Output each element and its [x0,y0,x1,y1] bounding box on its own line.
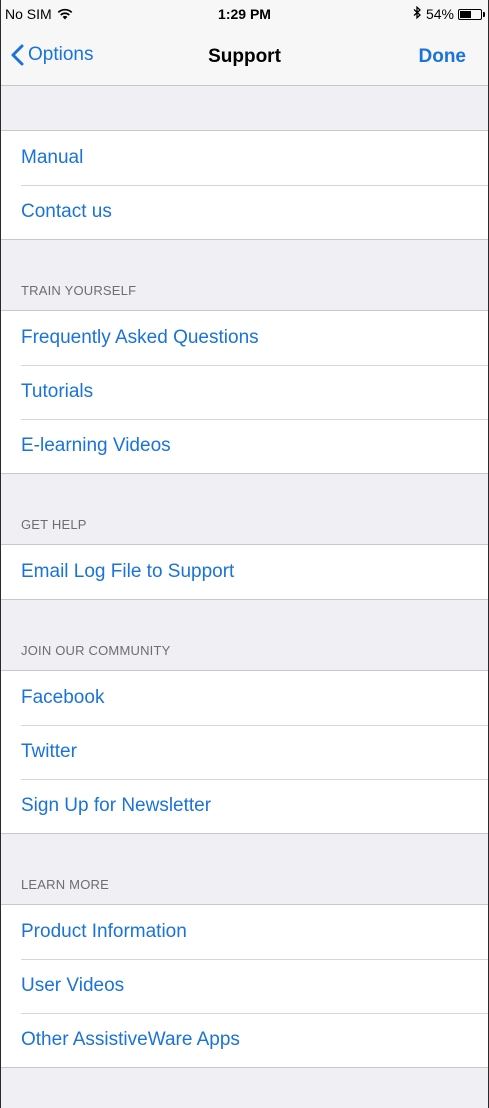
get-help-group: Email Log File to Support [1,544,488,600]
battery-fill [460,10,471,18]
other-apps-row[interactable]: Other AssistiveWare Apps [1,1013,488,1067]
train-yourself-group: Frequently Asked Questions Tutorials E-l… [1,310,488,474]
manual-row[interactable]: Manual [1,131,488,185]
user-videos-row[interactable]: User Videos [1,959,488,1013]
learn-more-group: Product Information User Videos Other As… [1,904,488,1068]
facebook-row[interactable]: Facebook [1,671,488,725]
general-support-group: Manual Contact us [1,130,488,240]
contact-us-row[interactable]: Contact us [1,185,488,239]
newsletter-signup-row[interactable]: Sign Up for Newsletter [1,779,488,833]
e-learning-videos-row[interactable]: E-learning Videos [1,419,488,473]
section-header-get-help: GET HELP [21,517,87,532]
battery-percent: 54% [425,6,454,22]
settings-list: Manual Contact us TRAIN YOURSELF Frequen… [1,86,488,1068]
top-spacer [1,86,488,130]
done-button[interactable]: Done [419,46,467,68]
section-header-join-community: JOIN OUR COMMUNITY [21,643,171,658]
bluetooth-icon [413,5,422,22]
page-title: Support [208,46,281,67]
join-community-group: Facebook Twitter Sign Up for Newsletter [1,670,488,834]
faq-row[interactable]: Frequently Asked Questions [1,311,488,365]
product-information-row[interactable]: Product Information [1,905,488,959]
status-right: 54% [413,5,485,22]
section-header-train-yourself: TRAIN YOURSELF [21,283,137,298]
section-header-learn-more: LEARN MORE [21,877,109,892]
twitter-row[interactable]: Twitter [1,725,488,779]
navigation-bar: Options Support Done [1,30,488,86]
email-log-file-row[interactable]: Email Log File to Support [1,545,488,599]
tutorials-row[interactable]: Tutorials [1,365,488,419]
status-bar: No SIM 1:29 PM 54% [1,0,488,30]
support-screen: No SIM 1:29 PM 54% Options Support Done … [0,0,489,1108]
battery-icon [458,8,485,20]
